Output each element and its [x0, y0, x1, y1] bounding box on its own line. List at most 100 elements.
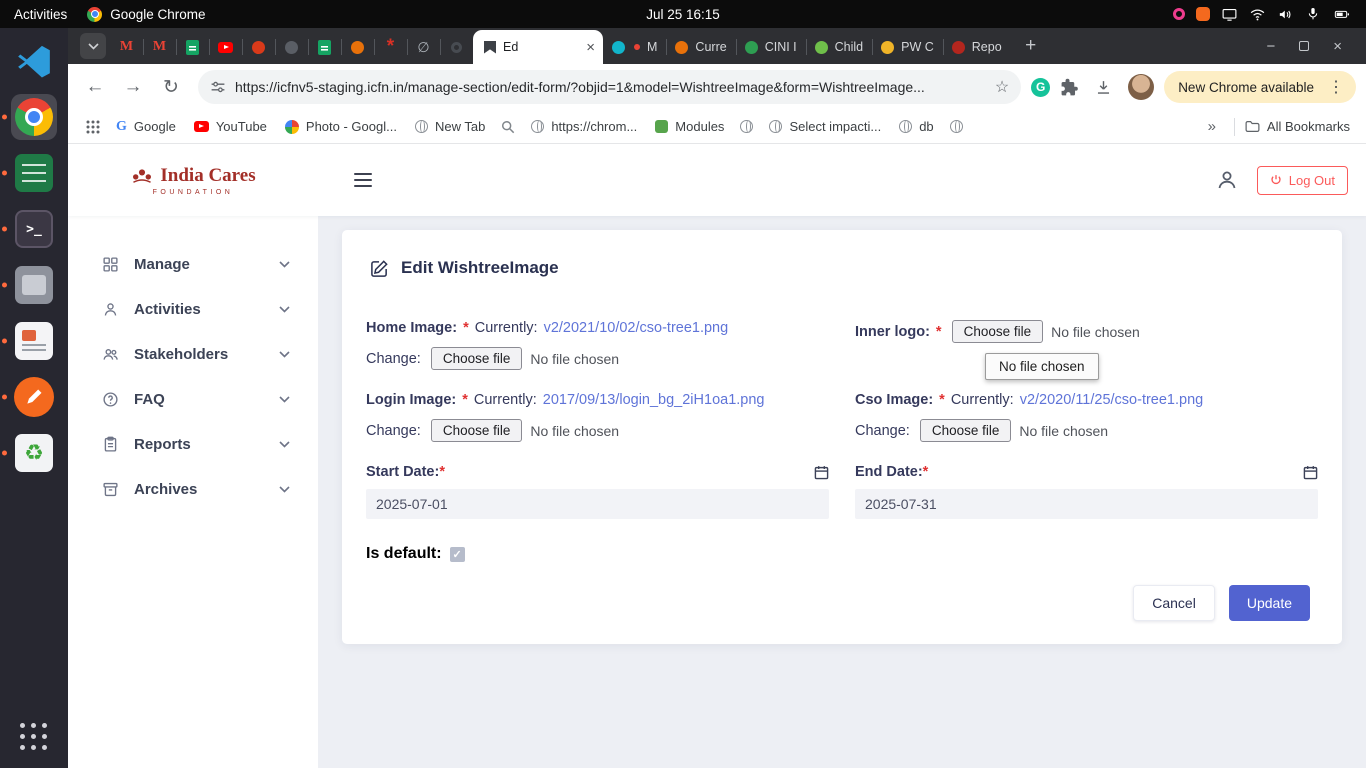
- downloads-icon[interactable]: [1088, 78, 1118, 97]
- choose-file-button[interactable]: Choose file: [952, 320, 1044, 343]
- calendar-icon[interactable]: [814, 465, 829, 480]
- libreoffice-calc-icon[interactable]: [11, 150, 57, 196]
- sidebar-item-manage[interactable]: Manage: [68, 242, 318, 287]
- chrome-menu-icon[interactable]: ⋮: [1324, 77, 1348, 97]
- sidebar-item-activities[interactable]: Activities: [68, 287, 318, 332]
- pinned-tab[interactable]: ∅: [407, 30, 440, 64]
- chrome-dock-icon[interactable]: [11, 94, 57, 140]
- end-date-input[interactable]: [855, 489, 1318, 519]
- tab[interactable]: Repo: [943, 30, 1011, 64]
- pinned-tab[interactable]: [242, 30, 275, 64]
- bookmark-item[interactable]: YouTube: [186, 115, 275, 138]
- logo-subtext: FOUNDATION: [153, 189, 234, 196]
- apps-grid-icon[interactable]: [80, 116, 106, 138]
- field-is-default: Is default: ✓: [366, 541, 829, 563]
- grammarly-extension-icon[interactable]: G: [1031, 78, 1050, 97]
- bookmarks-overflow-chevron[interactable]: »: [1200, 118, 1224, 135]
- site-settings-icon[interactable]: [210, 79, 226, 95]
- bookmark-star-icon[interactable]: ☆: [995, 77, 1009, 97]
- sidebar-item-stakeholders[interactable]: Stakeholders: [68, 332, 318, 377]
- current-file-link[interactable]: v2/2021/10/02/cso-tree1.png: [544, 320, 729, 336]
- current-file-link[interactable]: v2/2020/11/25/cso-tree1.png: [1020, 392, 1204, 408]
- wifi-icon[interactable]: [1249, 6, 1266, 23]
- globe-icon[interactable]: [944, 116, 969, 137]
- pinned-tab[interactable]: [308, 30, 341, 64]
- terminal-icon[interactable]: >_: [11, 206, 57, 252]
- battery-icon[interactable]: [1332, 6, 1352, 22]
- restore-button[interactable]: [1299, 41, 1309, 51]
- files-icon[interactable]: [11, 262, 57, 308]
- current-file-link[interactable]: 2017/09/13/login_bg_2iH1oa1.png: [543, 392, 765, 408]
- back-button[interactable]: ←: [78, 76, 112, 98]
- search-icon[interactable]: [495, 116, 521, 138]
- user-menu-icon[interactable]: [1215, 168, 1239, 192]
- extensions-puzzle-icon[interactable]: [1054, 78, 1084, 97]
- tab[interactable]: Curre: [666, 30, 735, 64]
- site-logo[interactable]: India Cares FOUNDATION: [68, 165, 318, 196]
- url-text[interactable]: https://icfnv5-staging.icfn.in/manage-se…: [235, 79, 986, 95]
- pinned-tab[interactable]: [341, 30, 374, 64]
- address-bar[interactable]: https://icfnv5-staging.icfn.in/manage-se…: [198, 70, 1021, 104]
- microphone-icon[interactable]: [1305, 6, 1321, 22]
- update-chrome-button[interactable]: New Chrome available ⋮: [1164, 71, 1356, 103]
- recycle-icon[interactable]: ♻: [11, 430, 57, 476]
- profile-avatar[interactable]: [1128, 74, 1154, 100]
- pinned-tab[interactable]: [275, 30, 308, 64]
- sidebar-item-faq[interactable]: FAQ: [68, 377, 318, 422]
- choose-file-button[interactable]: Choose file: [920, 419, 1012, 442]
- focused-app-indicator[interactable]: Google Chrome: [87, 7, 205, 22]
- app-indicator-icon[interactable]: [1196, 7, 1210, 21]
- screen-record-icon[interactable]: [1173, 8, 1185, 20]
- close-button[interactable]: ×: [1333, 38, 1342, 55]
- is-default-checkbox[interactable]: ✓: [450, 547, 465, 562]
- apps-grid-icon: [20, 723, 48, 751]
- calendar-icon[interactable]: [1303, 465, 1318, 480]
- tab[interactable]: Child: [806, 30, 873, 64]
- vscode-icon[interactable]: [11, 38, 57, 84]
- pinned-tab[interactable]: [209, 30, 242, 64]
- bookmark-item[interactable]: Select impacti...: [761, 115, 889, 138]
- tab-active[interactable]: Ed ×: [473, 30, 603, 64]
- libreoffice-impress-icon[interactable]: [11, 318, 57, 364]
- pinned-tab[interactable]: *: [374, 30, 407, 64]
- volume-icon[interactable]: [1277, 6, 1294, 23]
- google-icon: G: [116, 119, 127, 135]
- pinned-tab[interactable]: [440, 30, 473, 64]
- bookmark-item[interactable]: GGoogle: [108, 115, 184, 139]
- tab[interactable]: CINI I: [736, 30, 806, 64]
- start-date-input[interactable]: [366, 489, 829, 519]
- bookmark-item[interactable]: Photo - Googl...: [277, 115, 405, 138]
- cancel-button[interactable]: Cancel: [1133, 585, 1215, 621]
- sidebar-toggle-button[interactable]: [348, 167, 378, 193]
- pinned-tab[interactable]: [176, 30, 209, 64]
- sidebar-item-reports[interactable]: Reports: [68, 422, 318, 467]
- activities-button[interactable]: Activities: [14, 7, 67, 22]
- logo-icon: [130, 167, 154, 185]
- all-bookmarks-button[interactable]: All Bookmarks: [1245, 119, 1354, 134]
- bookmark-item[interactable]: db: [891, 115, 941, 138]
- tab[interactable]: PW C: [872, 30, 943, 64]
- logout-button[interactable]: Log Out: [1257, 166, 1348, 195]
- pinned-tab[interactable]: M: [143, 30, 176, 64]
- tab-close-icon[interactable]: ×: [586, 39, 595, 56]
- new-tab-button[interactable]: +: [1017, 32, 1045, 60]
- clock[interactable]: Jul 25 16:15: [646, 7, 720, 22]
- pinned-tab[interactable]: M: [110, 30, 143, 64]
- tab-scroll-button[interactable]: [80, 33, 106, 59]
- tab[interactable]: M: [603, 30, 666, 64]
- minimize-button[interactable]: −: [1266, 38, 1275, 55]
- bookmark-label: Modules: [675, 119, 724, 134]
- show-apps-button[interactable]: [11, 714, 57, 760]
- update-button[interactable]: Update: [1229, 585, 1310, 621]
- reload-button[interactable]: ↻: [154, 76, 188, 99]
- choose-file-button[interactable]: Choose file: [431, 419, 523, 442]
- sidebar-item-archives[interactable]: Archives: [68, 467, 318, 512]
- forward-button[interactable]: →: [116, 76, 150, 98]
- choose-file-button[interactable]: Choose file: [431, 347, 523, 370]
- screen-share-icon[interactable]: [1221, 6, 1238, 23]
- draw-pen-icon[interactable]: [11, 374, 57, 420]
- globe-icon[interactable]: [734, 116, 759, 137]
- bookmark-item[interactable]: Modules: [647, 115, 732, 138]
- bookmark-item[interactable]: https://chrom...: [523, 115, 645, 138]
- bookmark-item[interactable]: New Tab: [407, 115, 493, 138]
